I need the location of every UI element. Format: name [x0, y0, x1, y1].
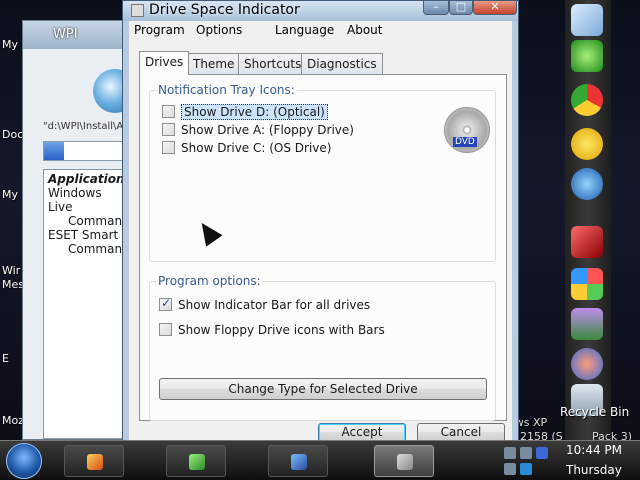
desktop-label-my[interactable]: My: [2, 188, 18, 201]
dvd-badge: DVD: [453, 137, 477, 147]
drive-c-option[interactable]: Show Drive C: (OS Drive): [162, 141, 331, 157]
wpi-list[interactable]: Applications Windows Live Comman ESET Sm…: [43, 169, 133, 439]
taskbar-button-app2[interactable]: [166, 445, 226, 477]
drive-d-label: Show Drive D: (Optical): [181, 104, 328, 120]
media-icon[interactable]: [571, 226, 603, 258]
wpi-list-item: Comman: [68, 214, 123, 228]
change-type-button[interactable]: Change Type for Selected Drive: [159, 378, 487, 400]
wpi-progress-bar: [43, 141, 133, 161]
windows-flag-icon[interactable]: [571, 268, 603, 300]
drive-c-checkbox[interactable]: [162, 141, 175, 154]
drive-d-checkbox[interactable]: [162, 105, 175, 118]
window-client: Program Options Language About Drives Th…: [129, 21, 512, 442]
tab-drives[interactable]: Drives: [139, 51, 190, 75]
maximize-button[interactable]: □: [449, 1, 473, 15]
floppy-bars-checkbox[interactable]: [159, 323, 172, 336]
window-title: Drive Space Indicator: [149, 2, 300, 18]
notification-tray-label: Notification Tray Icons:: [156, 83, 297, 97]
shield-icon[interactable]: [520, 463, 532, 475]
app-icon: [291, 454, 307, 470]
drive-a-option[interactable]: Show Drive A: (Floppy Drive): [162, 123, 354, 139]
tab-theme[interactable]: Theme: [187, 53, 241, 74]
desktop-label-wireless[interactable]: Wir: [2, 264, 20, 277]
tab-shortcuts[interactable]: Shortcuts: [238, 53, 308, 74]
start-button[interactable]: [6, 443, 42, 479]
drive-a-label: Show Drive A: (Floppy Drive): [181, 123, 354, 137]
program-options-label: Program options:: [156, 274, 263, 288]
dvd-drive-icon: DVD: [444, 107, 490, 153]
menu-about[interactable]: About: [347, 23, 382, 37]
chrome-icon[interactable]: [571, 84, 603, 116]
floppy-bars-option[interactable]: Show Floppy Drive icons with Bars: [159, 323, 385, 339]
menu-language[interactable]: Language: [275, 23, 334, 37]
drive-tray-icon[interactable]: [504, 463, 516, 475]
indicator-bar-checkbox[interactable]: [159, 296, 172, 311]
floppy-bars-label: Show Floppy Drive icons with Bars: [178, 323, 385, 337]
menu-options[interactable]: Options: [196, 23, 242, 37]
taskbar-button-drive-space[interactable]: [374, 445, 434, 477]
send-arrow-icon[interactable]: [571, 4, 603, 36]
app-icon: [87, 454, 103, 470]
desktop-label-messenger[interactable]: Mes: [2, 278, 24, 291]
clock-time[interactable]: 10:44 PM: [566, 443, 622, 457]
system-tray: 10:44 PM Thursday: [496, 441, 640, 480]
drives-tab-panel: Notification Tray Icons: Show Drive D: (…: [139, 74, 507, 421]
volume-icon[interactable]: [520, 447, 532, 459]
drive-space-indicator-window[interactable]: Drive Space Indicator – □ ✕ Program Opti…: [122, 0, 519, 445]
taskbar: 10:44 PM Thursday: [0, 440, 640, 480]
recycle-bin-label: Recycle Bin: [560, 405, 630, 419]
drive-c-label: Show Drive C: (OS Drive): [181, 141, 332, 155]
desktop-label-e[interactable]: E: [2, 352, 9, 365]
dock-sidebar: [565, 0, 611, 440]
tab-diagnostics[interactable]: Diagnostics: [301, 53, 383, 74]
wpi-list-item: Comman: [68, 242, 123, 256]
smiley-icon[interactable]: [571, 128, 603, 160]
program-options-group: Program options: Show Indicator Bar for …: [149, 274, 496, 421]
tools-icon[interactable]: [571, 348, 603, 380]
app-icon: [189, 454, 205, 470]
title-bar[interactable]: Drive Space Indicator – □ ✕: [123, 1, 518, 21]
wpi-path: "d:\WPI\Install\A\: [43, 121, 127, 132]
clock-day[interactable]: Thursday: [566, 463, 622, 477]
wpi-list-item: Applications: [48, 172, 132, 186]
ie-browser-icon[interactable]: [571, 40, 603, 72]
wpi-list-item: ESET Smart: [48, 228, 119, 242]
network-icon[interactable]: [504, 447, 516, 459]
drive-d-option[interactable]: Show Drive D: (Optical): [162, 104, 328, 121]
drive-icon: [397, 454, 413, 470]
drive-a-checkbox[interactable]: [162, 123, 175, 136]
app-icon: [131, 4, 144, 17]
taskbar-button-app1[interactable]: [64, 445, 124, 477]
taskbar-button-app3[interactable]: [268, 445, 328, 477]
menu-program[interactable]: Program: [134, 23, 185, 37]
indicator-bar-option[interactable]: Show Indicator Bar for all drives: [159, 296, 371, 314]
menu-bar: Program Options Language About: [129, 21, 512, 41]
minimize-button[interactable]: –: [423, 1, 449, 15]
language-icon[interactable]: [536, 447, 548, 459]
wpi-list-item: Windows Live: [48, 186, 102, 214]
archive-icon[interactable]: [571, 308, 603, 340]
messenger-icon[interactable]: [571, 168, 603, 200]
close-button[interactable]: ✕: [473, 1, 517, 15]
desktop-label-documents[interactable]: Doc: [2, 128, 23, 141]
indicator-bar-label: Show Indicator Bar for all drives: [178, 298, 371, 312]
